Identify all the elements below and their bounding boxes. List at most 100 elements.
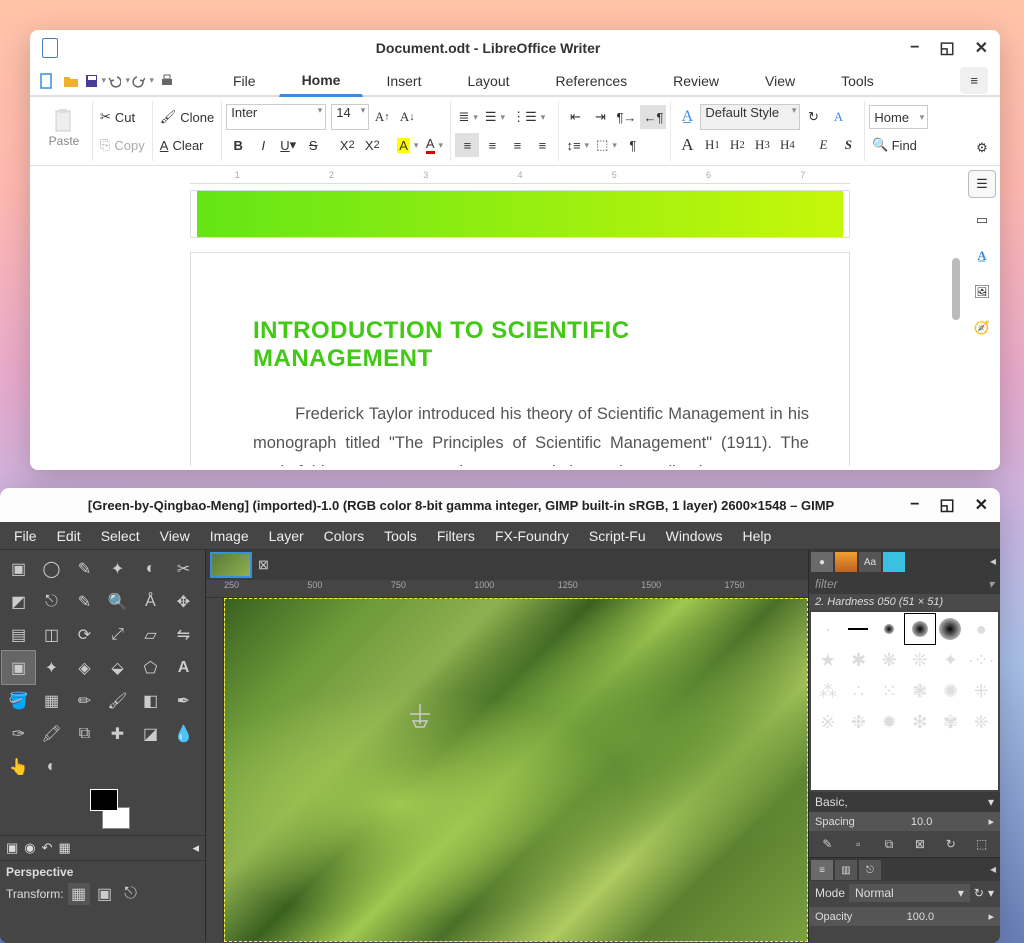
- menu-image[interactable]: Image: [202, 525, 257, 547]
- brush-item[interactable]: [874, 614, 904, 644]
- brush-item[interactable]: ✦: [936, 645, 966, 675]
- spacing-stepper[interactable]: ▸: [988, 815, 994, 828]
- tool-paintbrush[interactable]: 🖌: [101, 684, 134, 717]
- style-strong-button[interactable]: S: [836, 133, 860, 157]
- grow-font-button[interactable]: A↑: [370, 105, 394, 129]
- tool-airbrush[interactable]: ✒: [167, 684, 200, 717]
- menu-tools[interactable]: Tools: [376, 525, 425, 547]
- new-doc-button[interactable]: [36, 70, 58, 92]
- sidebar-page-icon[interactable]: ▭: [968, 206, 996, 234]
- tool-smudge[interactable]: 👆: [2, 750, 35, 783]
- style-h3-button[interactable]: H3: [750, 133, 774, 157]
- style-body-button[interactable]: A: [675, 133, 699, 157]
- superscript-button[interactable]: X2: [360, 133, 384, 157]
- align-center-button[interactable]: ≡: [480, 133, 504, 157]
- tool-foreground[interactable]: ◩: [2, 585, 35, 618]
- tab-device-icon[interactable]: ◉: [24, 840, 35, 856]
- print-button[interactable]: [156, 70, 178, 92]
- horizontal-ruler[interactable]: 1234567: [190, 166, 850, 184]
- rtl-button[interactable]: ←¶: [640, 105, 666, 129]
- brush-item[interactable]: ⁜: [966, 676, 996, 706]
- dock-tab-brushes-icon[interactable]: ●: [811, 552, 833, 572]
- menu-select[interactable]: Select: [93, 525, 148, 547]
- tool-measure[interactable]: Å: [134, 585, 167, 618]
- doc-heading[interactable]: INTRODUCTION TO SCIENTIFIC MANAGEMENT: [253, 317, 809, 372]
- tool-gradient[interactable]: ▦: [35, 684, 68, 717]
- new-style-button[interactable]: A: [826, 105, 850, 129]
- document-page-2[interactable]: INTRODUCTION TO SCIENTIFIC MANAGEMENT Fr…: [190, 252, 850, 466]
- style-emphasis-button[interactable]: E: [811, 133, 835, 157]
- dock-tab-layers-icon[interactable]: ≡: [811, 860, 833, 880]
- tool-color-picker[interactable]: ✎: [68, 585, 101, 618]
- close-button[interactable]: ✕: [975, 495, 988, 515]
- vertical-scrollbar[interactable]: [952, 158, 962, 338]
- number-list-button[interactable]: ☰: [482, 105, 508, 129]
- increase-indent-button[interactable]: ⇥: [588, 105, 612, 129]
- align-left-button[interactable]: ≡: [455, 133, 479, 157]
- tab-references[interactable]: References: [533, 66, 651, 96]
- tool-shear[interactable]: ▱: [134, 618, 167, 651]
- clone-format-button[interactable]: 🖌 Clone: [157, 105, 217, 129]
- tool-handle[interactable]: ◈: [68, 651, 101, 684]
- dock-menu-icon[interactable]: ◂: [192, 840, 199, 856]
- delete-brush-button[interactable]: ⊠: [910, 834, 930, 854]
- tool-mypaint[interactable]: 🖍: [35, 717, 68, 750]
- tab-review[interactable]: Review: [650, 66, 742, 96]
- brush-item[interactable]: [844, 614, 874, 644]
- tool-by-color[interactable]: ◐: [134, 552, 167, 585]
- dup-brush-button[interactable]: ⧉: [879, 834, 899, 854]
- maximize-button[interactable]: ◱: [939, 495, 954, 515]
- brush-item[interactable]: ❈: [966, 707, 996, 737]
- line-spacing-button[interactable]: ↕≡: [563, 133, 592, 157]
- menu-file[interactable]: File: [6, 525, 45, 547]
- tab-tools[interactable]: Tools: [818, 66, 897, 96]
- brush-item[interactable]: ❉: [844, 707, 874, 737]
- tool-pencil[interactable]: ✏: [68, 684, 101, 717]
- tab-undo-icon[interactable]: ↶: [42, 840, 53, 856]
- brush-item[interactable]: ·⁘·: [966, 645, 996, 675]
- spacing-value[interactable]: 10.0: [911, 816, 932, 828]
- tool-bucket[interactable]: 🪣: [2, 684, 35, 717]
- para-spacing-button[interactable]: ⬚: [593, 133, 620, 157]
- tool-fuzzy-select[interactable]: ✦: [101, 552, 134, 585]
- dock-tab-channels-icon[interactable]: ▥: [835, 860, 857, 880]
- fg-bg-colors[interactable]: [90, 789, 130, 829]
- dock-tab-patterns-icon[interactable]: [835, 552, 857, 572]
- font-color-button[interactable]: A: [422, 133, 446, 157]
- home-panel-menu[interactable]: Home: [869, 105, 928, 129]
- maximize-button[interactable]: ◱: [939, 38, 954, 58]
- tool-free-select[interactable]: ✎: [68, 552, 101, 585]
- tool-flip[interactable]: ⇋: [167, 618, 200, 651]
- cut-button[interactable]: ✂ Cut: [97, 105, 138, 129]
- dock-menu-icon[interactable]: ◂: [988, 860, 998, 879]
- gimp-titlebar[interactable]: [Green-by-Qingbao-Meng] (imported)-1.0 (…: [0, 488, 1000, 522]
- brush-item[interactable]: ✾: [936, 707, 966, 737]
- tab-layout[interactable]: Layout: [444, 66, 532, 96]
- tool-move[interactable]: ✥: [167, 585, 200, 618]
- tool-text[interactable]: A: [167, 651, 200, 684]
- tool-rect-select[interactable]: ▣: [2, 552, 35, 585]
- close-button[interactable]: ✕: [975, 38, 988, 58]
- dock-tab-fonts-icon[interactable]: Aa: [859, 552, 881, 572]
- dock-tab-history-icon[interactable]: [883, 552, 905, 572]
- tool-rotate[interactable]: ⟳: [68, 618, 101, 651]
- menu-filters[interactable]: Filters: [429, 525, 483, 547]
- find-button[interactable]: 🔍 Find: [869, 133, 919, 157]
- save-button[interactable]: [84, 70, 106, 92]
- brush-filter-input[interactable]: filter▾: [809, 574, 1000, 594]
- clear-format-button[interactable]: A Clear: [157, 133, 207, 157]
- dock-tab-paths-icon[interactable]: ⎋: [859, 860, 881, 880]
- formatting-marks-button[interactable]: ¶: [621, 133, 645, 157]
- minimize-button[interactable]: −: [910, 39, 919, 57]
- style-h2-button[interactable]: H2: [725, 133, 749, 157]
- ltr-button[interactable]: ¶→: [613, 105, 639, 129]
- bold-button[interactable]: B: [226, 133, 250, 157]
- horizontal-ruler[interactable]: 2505007501000125015001750: [206, 580, 808, 598]
- tool-ellipse-select[interactable]: ◯: [35, 552, 68, 585]
- tool-eraser[interactable]: ◧: [134, 684, 167, 717]
- tab-view[interactable]: View: [742, 66, 818, 96]
- tool-scale[interactable]: ⤢: [101, 618, 134, 651]
- tab-tool-options-icon[interactable]: ▣: [6, 840, 18, 856]
- brush-item[interactable]: ∴: [844, 676, 874, 706]
- brush-item[interactable]: ✱: [844, 645, 874, 675]
